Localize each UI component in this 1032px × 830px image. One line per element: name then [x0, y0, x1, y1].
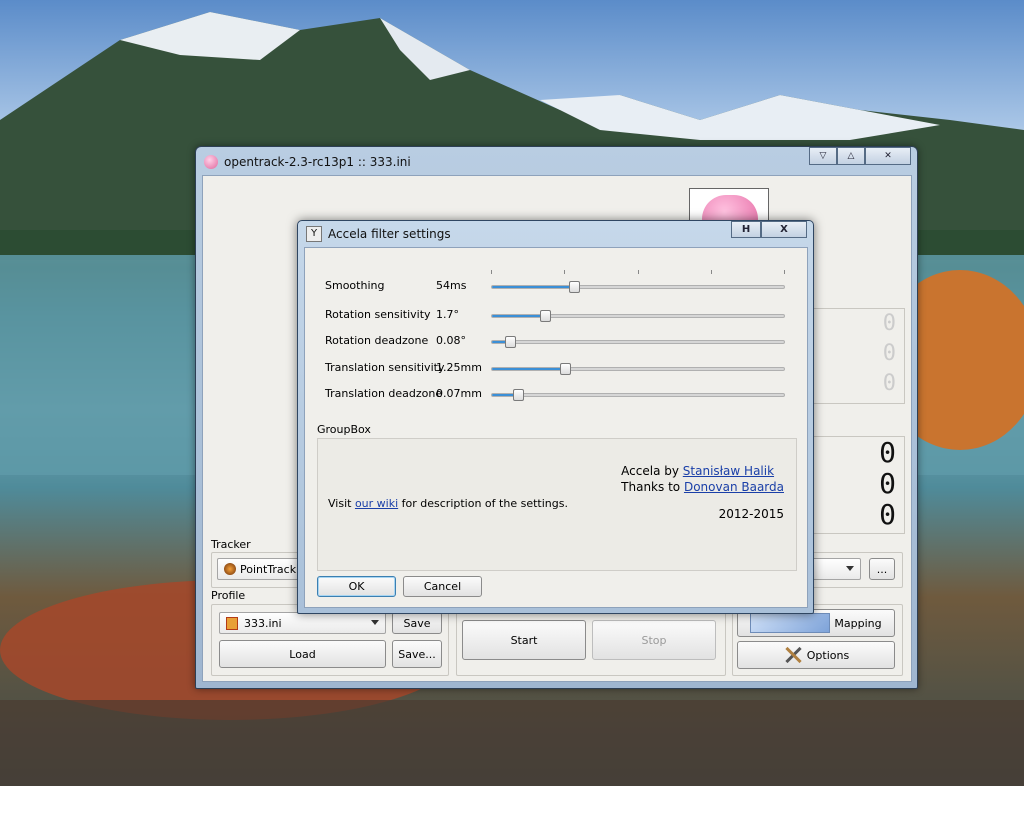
tools-icon — [783, 645, 803, 665]
dialog-client-area: Smoothing 54ms Rotation sensitivity 1.7° — [304, 247, 808, 608]
tick — [711, 270, 712, 274]
rotation-sensitivity-label: Rotation sensitivity — [325, 308, 431, 321]
main-title-bar[interactable]: opentrack-2.3-rc13p1 :: 333.ini — [204, 153, 411, 171]
minimize-icon: ▽ — [819, 151, 827, 161]
rotation-sensitivity-value: 1.7° — [436, 308, 459, 321]
translation-deadzone-slider[interactable] — [491, 389, 785, 401]
minimize-button[interactable]: ▽ — [809, 147, 837, 165]
chevron-down-icon — [846, 566, 854, 571]
profile-label: Profile — [211, 589, 246, 602]
maximize-button[interactable]: △ — [837, 147, 865, 165]
thanks-to-text: Thanks to — [621, 480, 681, 494]
dialog-title: Accela filter settings — [328, 227, 451, 241]
tracker-settings-button[interactable]: ... — [869, 558, 895, 580]
options-button[interactable]: Options — [737, 641, 895, 669]
stop-button[interactable]: Stop — [592, 620, 716, 660]
dialog-caption-buttons: H X — [731, 221, 807, 238]
translation-sensitivity-label: Translation sensitivity — [325, 361, 445, 374]
translation-sensitivity-row: Translation sensitivity 1.25mm — [325, 358, 795, 378]
translation-deadzone-slider-thumb[interactable] — [513, 389, 525, 401]
smoothing-label: Smoothing — [325, 279, 385, 292]
visit-line: Visit our wiki for description of the se… — [328, 497, 568, 510]
rotation-deadzone-value: 0.08° — [436, 334, 466, 347]
mapping-button-label: Mapping — [834, 616, 882, 630]
translation-sensitivity-slider-fill — [492, 368, 565, 370]
rotation-readout-1: 0 — [882, 311, 896, 336]
visit-prefix: Visit — [328, 497, 352, 510]
profile-selected-value: 333.ini — [244, 616, 282, 630]
octopus-logo — [689, 188, 769, 224]
accela-settings-dialog: Y Accela filter settings H X Smoothing 5… — [297, 220, 814, 614]
help-icon: H — [741, 224, 751, 235]
start-button[interactable]: Start — [462, 620, 586, 660]
rotation-sensitivity-row: Rotation sensitivity 1.7° — [325, 305, 795, 325]
accela-by-text: Accela by — [621, 464, 679, 478]
tick — [564, 270, 565, 274]
rotation-deadzone-row: Rotation deadzone 0.08° — [325, 331, 795, 351]
rotation-readout-panel: 0 0 0 — [811, 308, 905, 404]
close-icon: ✕ — [884, 151, 892, 161]
smoothing-slider-fill — [492, 286, 574, 288]
filter-app-icon: Y — [306, 226, 322, 242]
smoothing-slider[interactable] — [491, 281, 785, 293]
rotation-readout-2: 0 — [882, 341, 896, 366]
rotation-sensitivity-slider-thumb[interactable] — [539, 310, 551, 322]
cancel-button[interactable]: Cancel — [403, 576, 482, 597]
profile-select[interactable]: 333.ini — [219, 612, 386, 634]
options-button-label: Options — [806, 648, 850, 662]
credits-groupbox: Accela by Stanisław Halik Thanks to Dono… — [317, 438, 797, 571]
translation-deadzone-label: Translation deadzone — [325, 387, 443, 400]
copyright-years: 2012-2015 — [718, 507, 784, 521]
close-icon: X — [780, 224, 788, 235]
chevron-down-icon — [371, 620, 379, 625]
ok-button[interactable]: OK — [317, 576, 396, 597]
author-link[interactable]: Stanisław Halik — [683, 464, 774, 478]
translation-readout-panel: 0 0 0 — [811, 436, 905, 534]
main-window-title: opentrack-2.3-rc13p1 :: 333.ini — [224, 155, 411, 169]
mapping-curve-icon — [750, 613, 831, 633]
wiki-link[interactable]: our wiki — [355, 497, 398, 510]
tracker-selected-value: PointTrack — [240, 562, 297, 576]
rotation-sensitivity-slider[interactable] — [491, 310, 785, 322]
close-button[interactable]: ✕ — [865, 147, 911, 165]
tracker-label: Tracker — [211, 538, 251, 551]
opentrack-app-icon — [204, 155, 218, 169]
smoothing-ticks — [491, 270, 785, 275]
rotation-sensitivity-slider-fill — [492, 315, 545, 317]
translation-sensitivity-value: 1.25mm — [436, 361, 482, 374]
translation-deadzone-value: 0.07mm — [436, 387, 482, 400]
dialog-close-button[interactable]: X — [761, 221, 807, 238]
rotation-deadzone-slider[interactable] — [491, 336, 785, 348]
smoothing-slider-thumb[interactable] — [568, 281, 580, 293]
tick — [638, 270, 639, 274]
translation-readout-1: 0 — [879, 436, 896, 469]
pointtracker-icon — [224, 563, 236, 575]
author-line: Accela by Stanisław Halik — [621, 463, 784, 479]
smoothing-row: Smoothing 54ms — [325, 270, 795, 296]
dialog-title-bar[interactable]: Y Accela filter settings — [306, 226, 451, 242]
load-button[interactable]: Load — [219, 640, 386, 668]
translation-deadzone-row: Translation deadzone 0.07mm — [325, 384, 795, 404]
help-button[interactable]: H — [731, 221, 761, 238]
credits-block: Accela by Stanisław Halik Thanks to Dono… — [621, 463, 784, 495]
translation-sensitivity-slider-thumb[interactable] — [560, 363, 571, 375]
tick — [491, 270, 492, 274]
groupbox-title: GroupBox — [317, 423, 371, 436]
translation-readout-2: 0 — [879, 467, 896, 500]
rotation-readout-3: 0 — [882, 371, 896, 396]
rotation-deadzone-label: Rotation deadzone — [325, 334, 429, 347]
translation-readout-3: 0 — [879, 498, 896, 531]
maximize-icon: △ — [847, 151, 855, 161]
rotation-deadzone-slider-thumb[interactable] — [504, 336, 516, 348]
main-caption-buttons: ▽ △ ✕ — [809, 147, 911, 165]
smoothing-value: 54ms — [436, 279, 467, 292]
translation-sensitivity-slider[interactable] — [491, 363, 785, 375]
save-as-button[interactable]: Save... — [392, 640, 442, 668]
profile-file-icon — [226, 616, 238, 630]
tick — [784, 270, 785, 274]
thanks-line: Thanks to Donovan Baarda — [621, 479, 784, 495]
visit-suffix: for description of the settings. — [401, 497, 568, 510]
save-button[interactable]: Save — [392, 612, 442, 634]
contributor-link[interactable]: Donovan Baarda — [684, 480, 784, 494]
